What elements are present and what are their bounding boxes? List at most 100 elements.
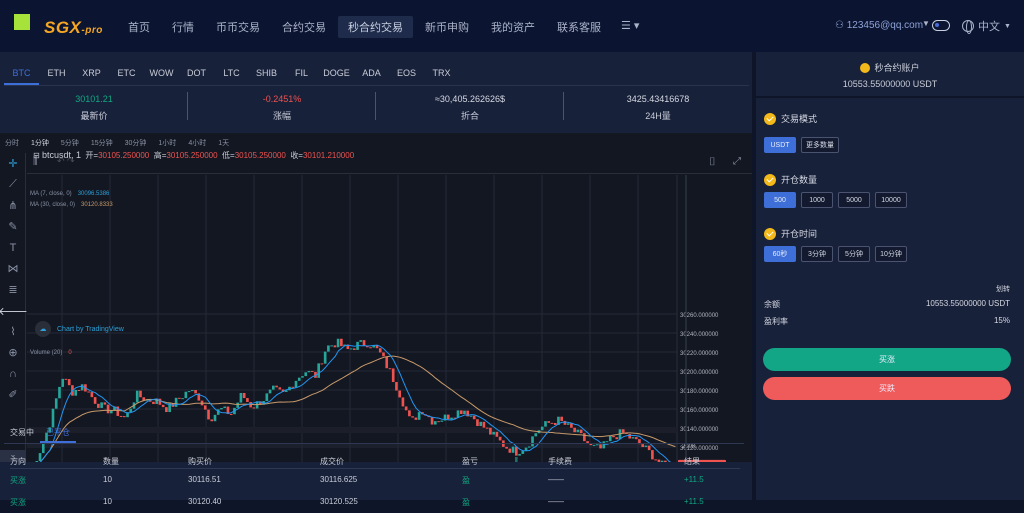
user-icon: ⚇ [835, 20, 847, 31]
coin-tab-dot[interactable]: DOT [179, 60, 214, 85]
text-icon[interactable]: T [0, 237, 26, 258]
cell-result: +11.5 [684, 475, 704, 484]
price-chart-canvas[interactable]: 30260.00000030240.00000030220.0000003020… [27, 175, 752, 462]
buy-down-button[interactable]: 买跌 [763, 377, 1011, 400]
tradingview-badge[interactable]: ☁ Chart by TradingView [35, 321, 124, 337]
coin-tab-xrp[interactable]: XRP [74, 60, 109, 85]
candle [336, 338, 340, 348]
candle [207, 409, 210, 420]
candle [64, 378, 68, 380]
coin-tab-shib[interactable]: SHIB [249, 60, 284, 85]
buy-up-button[interactable]: 买涨 [763, 348, 1011, 371]
coin-tab-ada[interactable]: ADA [354, 60, 389, 85]
candle [242, 392, 246, 399]
language-selector[interactable]: 中文 ▼ [962, 18, 1011, 34]
check-circle-icon [764, 173, 776, 186]
mode-title: 交易模式 [781, 114, 818, 124]
qty-option-3[interactable]: 10000 [875, 192, 907, 208]
fib-icon[interactable]: ≣ [0, 279, 26, 300]
cell-qty: 10 [103, 475, 112, 484]
candle [340, 338, 343, 347]
logo-mark [14, 14, 30, 30]
nav-item-2[interactable]: 币币交易 [206, 16, 270, 38]
candle [87, 391, 90, 393]
nav-item-6[interactable]: 我的资产 [481, 16, 545, 38]
time-option-1[interactable]: 3分钟 [801, 246, 833, 262]
coin-tab-fil[interactable]: FIL [284, 60, 319, 85]
timeframe-0[interactable]: 分时 [5, 138, 19, 148]
coin-tab-ltc[interactable]: LTC [214, 60, 249, 85]
time-option-0[interactable]: 60秒 [764, 246, 796, 262]
ma7-value: 30096.5386 [77, 191, 110, 197]
nav-item-7[interactable]: 联系客服 [547, 16, 611, 38]
candle [382, 352, 385, 357]
candle [181, 398, 184, 400]
timeframe-1[interactable]: 1分钟 [31, 138, 49, 148]
time-options: 60秒 3分钟 5分钟 10分钟 [764, 246, 907, 262]
qty-option-2[interactable]: 5000 [838, 192, 870, 208]
candle [174, 397, 178, 407]
ruler-icon[interactable]: ⌇ [0, 321, 26, 342]
qty-option-0[interactable]: 500 [764, 192, 796, 208]
top-navbar: SGX-pro 首页 行情 币币交易 合约交易 秒合约交易 新币申购 我的资产 联系客服 ☰ ▾… [0, 0, 1024, 52]
tradingview-chart[interactable]: 分时 1分钟 5分钟 15分钟 30分钟 1小时 4小时 1天 ✛ ⟋ ⋔ ✎ T ⋈ ≣ 🡐… [0, 133, 752, 462]
timeframe-5[interactable]: 1小时 [158, 138, 176, 148]
coin-tab-eos[interactable]: EOS [389, 60, 424, 85]
coin-tab-btc[interactable]: BTC [4, 60, 39, 85]
nav-more-menu[interactable]: ☰ ▾ [613, 16, 647, 38]
brush-icon[interactable]: ✎ [0, 216, 26, 237]
camera-icon[interactable]: ⌷ [709, 156, 716, 169]
nav-item-5[interactable]: 新币申购 [415, 16, 479, 38]
pitchfork-icon[interactable]: ⋔ [0, 195, 26, 216]
stat-value: -0.2451% [262, 94, 302, 104]
timeframe-4[interactable]: 30分钟 [125, 138, 147, 148]
mode-option-0[interactable]: USDT [764, 137, 796, 153]
stat-label: 24H量 [645, 111, 671, 121]
nav-item-1[interactable]: 行情 [162, 16, 204, 38]
candle [139, 390, 142, 398]
cell-result: +11.5 [684, 497, 704, 506]
coin-tab-wow[interactable]: WOW [144, 60, 179, 85]
user-account-link[interactable]: ⚇ 123456@qq.com [835, 20, 923, 31]
candle [472, 415, 476, 420]
column-header: 手续费 [548, 457, 572, 466]
qty-option-1[interactable]: 1000 [801, 192, 833, 208]
market-stats: 30101.21 最新价 -0.2451% 涨幅 ≈30,405.262626$ 折合 34… [0, 88, 752, 132]
main-nav: 首页 行情 币币交易 合约交易 秒合约交易 新币申购 我的资产 联系客服 ☰ ▾ [118, 16, 647, 38]
user-dropdown-caret[interactable]: ▼ [922, 19, 930, 28]
collapse-icon[interactable]: ⊟ [33, 151, 42, 160]
order-tab-1[interactable]: 已平仓 [40, 428, 76, 443]
nav-item-0[interactable]: 首页 [118, 16, 160, 38]
coin-tab-doge[interactable]: DOGE [319, 60, 354, 85]
timeframe-6[interactable]: 4小时 [188, 138, 206, 148]
timeframe-3[interactable]: 15分钟 [91, 138, 113, 148]
crosshair-icon[interactable]: ✛ [0, 153, 26, 174]
time-option-2[interactable]: 5分钟 [838, 246, 870, 262]
order-tab-0[interactable]: 交易中 [4, 428, 40, 443]
transfer-link[interactable]: 划转 [996, 284, 1010, 294]
back-arrow-icon[interactable]: 🡐 [0, 300, 28, 321]
logo[interactable]: SGX-pro [14, 14, 104, 40]
magnet-icon[interactable]: ∩ [0, 363, 26, 384]
zoom-in-icon[interactable]: ⊕ [0, 342, 26, 363]
nav-item-3[interactable]: 合约交易 [272, 16, 336, 38]
table-row: 买涨 10 30120.40 30120.525 盈 —— +11.5 [10, 497, 740, 513]
trendline-icon[interactable]: ⟋ [0, 174, 26, 195]
coin-tab-trx[interactable]: TRX [424, 60, 459, 85]
chevron-down-icon: ▼ [1004, 22, 1011, 30]
coin-tab-eth[interactable]: ETH [39, 60, 74, 85]
pattern-icon[interactable]: ⋈ [0, 258, 26, 279]
candle [268, 389, 272, 394]
nav-item-4[interactable]: 秒合约交易 [338, 16, 413, 38]
mode-option-1[interactable]: 更多数量 [801, 137, 839, 153]
coin-tab-etc[interactable]: ETC [109, 60, 144, 85]
theme-toggle[interactable] [932, 20, 950, 31]
timeframe-2[interactable]: 5分钟 [61, 138, 79, 148]
candle [229, 413, 233, 415]
timeframe-7[interactable]: 1天 [218, 138, 229, 148]
candle [165, 407, 168, 413]
cell-direction: 买涨 [10, 476, 26, 485]
lock-draw-icon[interactable]: ✐ [0, 384, 26, 405]
time-option-3[interactable]: 10分钟 [875, 246, 907, 262]
fullscreen-icon[interactable]: ⤢ [733, 156, 741, 167]
